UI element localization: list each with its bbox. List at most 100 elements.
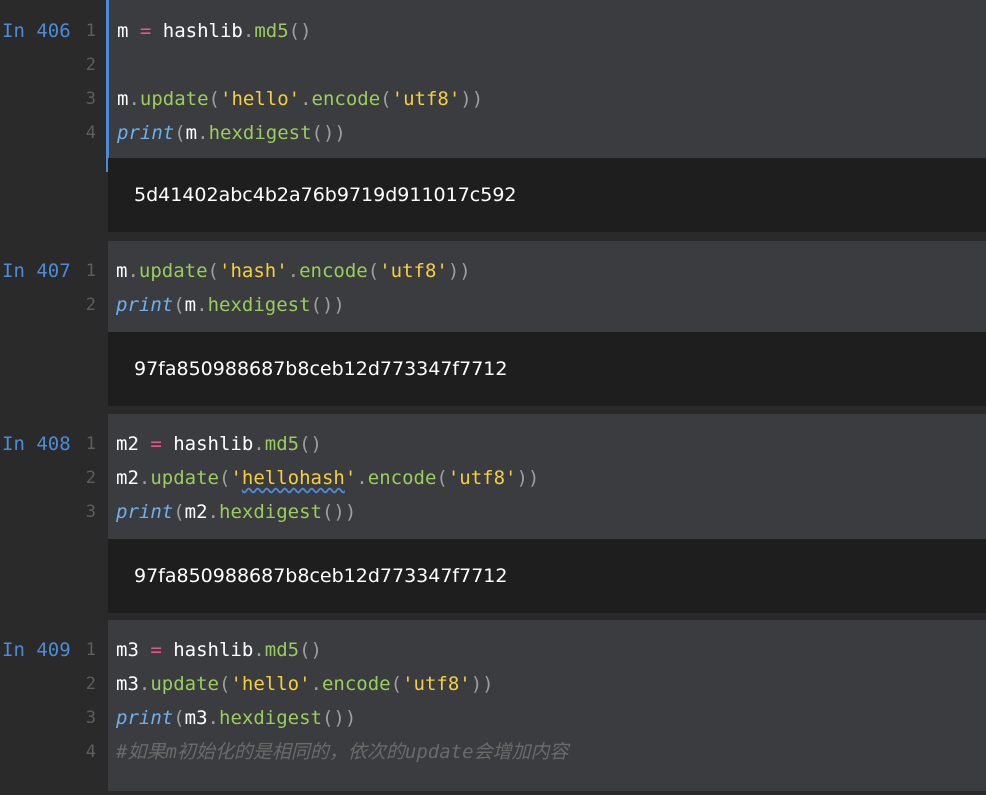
code-punctuation: . — [138, 673, 151, 695]
line-number: 4 — [85, 742, 96, 762]
code-string: 'utf8' — [402, 673, 471, 695]
code-line[interactable]: print(m.hexdigest()) — [109, 116, 986, 150]
line-number: 1 — [85, 640, 96, 660]
code-punctuation: () — [299, 433, 322, 455]
code-line[interactable]: m.update('hash'.encode('utf8')) — [108, 254, 986, 288]
code-line[interactable] — [109, 48, 986, 82]
cell-408[interactable]: In 408 1 2 3 m2 = hashlib.md5() m2.update… — [0, 414, 986, 627]
code-string: 'hello' — [220, 88, 301, 110]
code-string: hellohash — [241, 467, 345, 489]
code-punctuation: ( — [173, 294, 185, 316]
output-text: 97fa850988687b8ceb12d773347f7712 — [134, 358, 508, 380]
line-number-gutter: 1 2 3 — [70, 427, 96, 529]
code-line[interactable]: print(m2.hexdigest()) — [108, 495, 986, 529]
cell-406[interactable]: In 406 1 2 3 4 m = hashlib.md5() m. updat… — [0, 0, 986, 244]
line-number-gutter: 1 2 — [70, 254, 96, 322]
code-attribute: update — [138, 260, 208, 282]
code-punctuation: () — [288, 20, 312, 42]
code-string: ' — [230, 467, 242, 489]
line-number: 1 — [85, 21, 96, 41]
code-editor[interactable]: m2 = hashlib.md5() m2.update('hellohash'.… — [108, 414, 986, 551]
code-line[interactable]: #如果m初始化的是相同的，依次的update会增加内容 — [108, 735, 986, 769]
code-punctuation: . — [127, 260, 139, 282]
code-punctuation: . — [207, 501, 219, 523]
code-attribute: md5 — [264, 433, 300, 455]
line-number: 3 — [85, 502, 96, 522]
output-text: 5d41402abc4b2a76b9719d911017c592 — [134, 184, 517, 206]
code-attribute: encode — [321, 673, 391, 695]
code-punctuation: . — [356, 467, 368, 489]
cell-prompt: In 406 — [2, 20, 71, 42]
cell-prompt: In 409 — [2, 639, 71, 661]
line-number-gutter: 1 2 3 4 — [70, 633, 96, 769]
code-punctuation: ( — [218, 673, 231, 695]
line-number-gutter: 1 2 3 4 — [70, 14, 96, 150]
code-punctuation: ( — [380, 88, 392, 110]
code-attribute: hexdigest — [219, 707, 322, 729]
code-string: 'hello' — [230, 673, 311, 695]
code-variable: m2 — [184, 501, 208, 523]
code-variable: m3 — [116, 639, 139, 661]
code-editor[interactable]: m3 = hashlib.md5() m3.update('hello'.enco… — [108, 620, 986, 791]
code-string: ' — [344, 467, 357, 489]
code-builtin: print — [116, 707, 174, 729]
code-punctuation: ( — [174, 122, 186, 144]
code-punctuation: ( — [218, 467, 231, 489]
code-module: hashlib — [173, 639, 254, 661]
code-variable: m — [185, 122, 198, 144]
code-builtin: print — [116, 501, 174, 523]
code-attribute: update — [150, 467, 219, 489]
code-punctuation: )) — [447, 260, 471, 282]
code-punctuation: )) — [516, 467, 540, 489]
code-variable: m3 — [184, 707, 208, 729]
code-punctuation: ( — [173, 501, 185, 523]
code-line[interactable]: m.update('hello'.encode('utf8')) — [109, 82, 986, 116]
code-operator: = — [128, 20, 163, 42]
code-line[interactable]: m3 = hashlib.md5() — [108, 633, 986, 667]
code-attribute: hexdigest — [219, 501, 322, 523]
notebook: In 406 1 2 3 4 m = hashlib.md5() m.updat… — [0, 0, 986, 795]
code-punctuation: . — [196, 294, 208, 316]
code-attribute: hexdigest — [207, 294, 311, 316]
code-punctuation: . — [138, 467, 151, 489]
code-punctuation: ()) — [321, 707, 357, 729]
code-variable: m — [117, 20, 129, 42]
line-number: 1 — [85, 261, 96, 281]
code-builtin: print — [116, 294, 174, 316]
code-line[interactable]: m2.update('hellohash'.encode('utf8')) — [108, 461, 986, 495]
line-number: 2 — [85, 674, 96, 694]
code-attribute: encode — [367, 467, 437, 489]
code-variable: m — [184, 294, 197, 316]
code-string: 'utf8' — [379, 260, 448, 282]
code-punctuation: ( — [207, 260, 219, 282]
code-editor[interactable]: m = hashlib.md5() m.update('hello'.encod… — [106, 0, 986, 172]
code-punctuation: ()) — [311, 122, 346, 144]
code-attribute: hexdigest — [208, 122, 312, 144]
cell-output: 97fa850988687b8ceb12d773347f7712 — [108, 332, 986, 406]
code-line[interactable]: m2 = hashlib.md5() — [108, 427, 986, 461]
code-line[interactable]: m3.update('hello'.encode('utf8')) — [108, 667, 986, 701]
code-punctuation: ( — [436, 467, 448, 489]
code-line[interactable]: m = hashlib.md5() — [109, 14, 986, 48]
code-string: 'hash' — [219, 260, 288, 282]
code-attribute: md5 — [254, 20, 289, 42]
cell-407[interactable]: In 407 1 2 m.update('hash'.encode('utf8'… — [0, 241, 986, 418]
code-variable: m2 — [116, 433, 139, 455]
code-punctuation: ()) — [321, 501, 357, 523]
line-number: 4 — [85, 123, 96, 143]
code-punctuation: ()) — [310, 294, 345, 316]
line-number: 2 — [85, 55, 96, 75]
code-punctuation: . — [310, 673, 322, 695]
code-punctuation: . — [197, 122, 209, 144]
code-punctuation: () — [299, 639, 322, 661]
code-punctuation: . — [207, 707, 219, 729]
code-line[interactable]: print(m3.hexdigest()) — [108, 701, 986, 735]
line-number: 2 — [85, 295, 96, 315]
code-module: hashlib — [162, 20, 243, 42]
code-attribute: update — [150, 673, 219, 695]
code-builtin: print — [117, 122, 175, 144]
cell-409[interactable]: In 409 1 2 3 4 m3 = hashlib.md5() m3.upda… — [0, 620, 986, 795]
code-attribute: update — [139, 88, 209, 110]
code-editor[interactable]: m.update('hash'.encode('utf8')) print(m.h… — [108, 241, 986, 344]
code-line[interactable]: print(m.hexdigest()) — [108, 288, 986, 322]
